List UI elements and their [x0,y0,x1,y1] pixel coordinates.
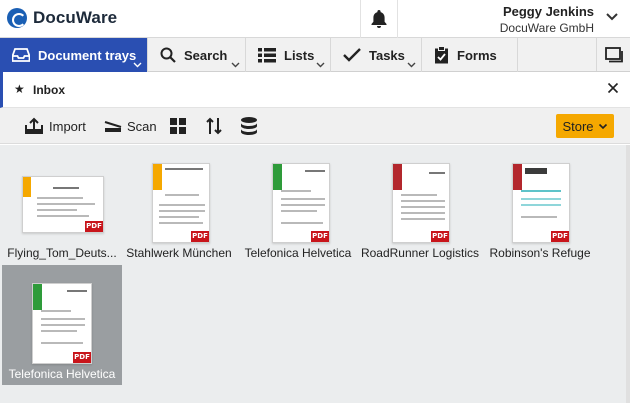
user-company: DocuWare GmbH [499,21,594,35]
chevron-down-icon [316,62,325,68]
chevron-down-icon [407,62,416,68]
pdf-badge: PDF [431,231,449,242]
nav-spacer [518,38,597,71]
search-icon [160,47,176,63]
pdf-badge: PDF [191,231,209,242]
store-button[interactable]: Store [556,114,614,138]
pdf-badge: PDF [85,221,103,232]
document-label: Flying_Tom_Deuts... [7,246,117,260]
tray-toolbar: Import Scan Store [0,108,630,144]
document-label: Stahlwerk München [126,246,232,260]
user-menu[interactable]: Peggy Jenkins DocuWare GmbH [470,4,594,35]
chevron-down-icon [598,123,607,129]
view-mode-button[interactable] [170,108,186,144]
scan-label: Scan [127,118,157,134]
pdf-badge: PDF [551,231,569,242]
document-thumbnail[interactable]: PDF [512,163,570,243]
chevron-down-icon [231,62,240,68]
nav-search[interactable]: Search [148,38,246,72]
document-item[interactable]: PDF Robinson's Refuge [480,145,600,265]
color-band [513,164,522,190]
import-label: Import [49,118,86,134]
nav-label: Search [184,47,228,63]
main-navigation: Document trays Search Lists Tasks Forms [0,38,630,72]
chevron-down-icon [133,62,142,68]
document-item[interactable]: PDF Stahlwerk München [119,145,239,265]
document-tray-area: PDF Flying_Tom_Deuts... PDF Stahlwerk Mü… [0,145,630,403]
user-name: Peggy Jenkins [502,4,594,19]
grid-icon [170,118,186,134]
color-band [33,284,42,310]
nav-tasks[interactable]: Tasks [331,38,422,72]
color-band [273,164,282,190]
chevron-down-icon[interactable] [605,12,619,22]
color-band [393,164,402,190]
star-icon[interactable]: ★ [14,82,25,96]
tray-icon [12,48,30,62]
document-thumbnail[interactable]: PDF [152,163,210,243]
check-icon [343,48,361,62]
nav-label: Lists [284,47,315,63]
list-icon [258,47,276,62]
notifications-button[interactable] [360,0,398,38]
close-icon[interactable] [607,82,619,94]
document-item[interactable]: PDF Telefonica Helvetica [238,145,358,265]
document-label: Robinson's Refuge [489,246,591,260]
app-name: DocuWare [33,8,118,27]
document-label: Telefonica Helvetica [8,367,116,381]
nav-label: Forms [457,47,497,63]
document-thumbnail[interactable]: PDF [392,163,450,243]
document-thumbnail[interactable]: PDF [22,176,104,233]
document-item[interactable]: PDF RoadRunner Logistics [360,145,480,265]
clipboard-icon [435,46,448,64]
toggle-panel-button[interactable] [597,38,630,71]
store-label: Store [562,118,594,134]
sort-button[interactable] [206,108,222,144]
document-thumbnail[interactable]: PDF [32,283,92,364]
pdf-badge: PDF [311,231,329,242]
import-button[interactable]: Import [24,108,86,144]
nav-document-trays[interactable]: Document trays [0,38,148,72]
document-item[interactable]: PDF Flying_Tom_Deuts... [2,145,122,265]
import-icon [25,117,43,134]
nav-lists[interactable]: Lists [246,38,331,72]
document-label: RoadRunner Logistics [360,246,480,260]
scanner-icon [104,121,122,132]
bell-icon [371,10,387,28]
color-band [153,164,162,190]
database-icon [241,117,257,135]
color-band [23,177,31,197]
document-item-selected[interactable]: PDF Telefonica Helvetica [2,265,122,385]
scrollbar[interactable] [626,145,630,403]
pdf-badge: PDF [73,352,91,363]
sort-icon [206,117,222,135]
document-label: Telefonica Helvetica [244,246,352,260]
document-thumbnail[interactable]: PDF [272,163,330,243]
nav-label: Tasks [369,47,405,63]
nav-label: Document trays [38,47,137,63]
scan-button[interactable]: Scan [104,108,157,144]
tray-header: ★ Inbox [0,72,630,108]
nav-forms[interactable]: Forms [422,38,518,72]
database-button[interactable] [240,108,258,144]
panel-icon [604,46,623,62]
tray-title: Inbox [33,83,65,97]
docuware-logo[interactable]: DocuWare [7,8,117,28]
top-bar: DocuWare Peggy Jenkins DocuWare GmbH [0,0,630,38]
docuware-logo-icon [7,8,27,28]
